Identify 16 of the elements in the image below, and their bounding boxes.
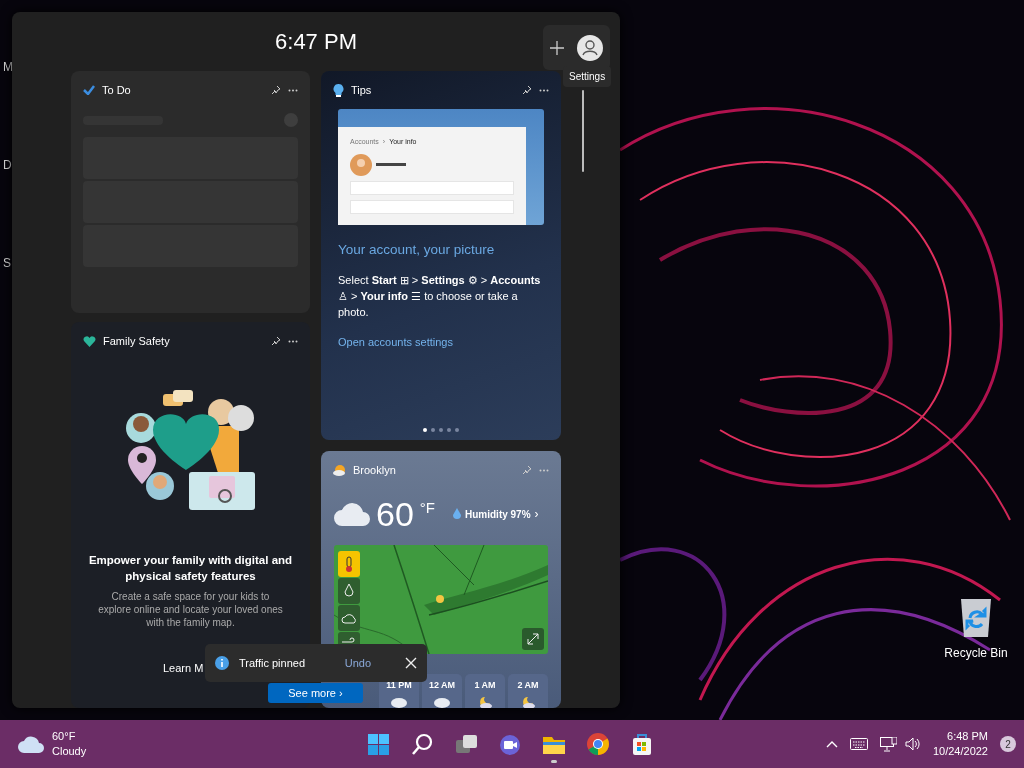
chevron-up-icon[interactable] <box>825 740 838 748</box>
taskbar-date: 10/24/2022 <box>932 744 988 759</box>
weather-button[interactable]: 60°F Cloudy <box>18 729 358 759</box>
browser-icon <box>585 731 611 757</box>
notification-badge[interactable]: 2 <box>1000 736 1016 752</box>
volume-icon <box>904 737 921 751</box>
system-tray-button[interactable] <box>879 736 921 752</box>
windows-logo-icon <box>365 731 391 757</box>
taskbar-time: 6:48 PM <box>947 729 988 744</box>
taskbar-temperature: 60°F <box>52 729 77 744</box>
keyboard-icon[interactable] <box>849 738 868 750</box>
search-icon <box>409 731 435 757</box>
cloud-icon <box>18 735 44 753</box>
network-icon <box>879 736 897 752</box>
weather-condition: Cloudy <box>52 744 87 759</box>
clock-button[interactable]: 6:48 PM 10/24/2022 <box>932 729 988 759</box>
